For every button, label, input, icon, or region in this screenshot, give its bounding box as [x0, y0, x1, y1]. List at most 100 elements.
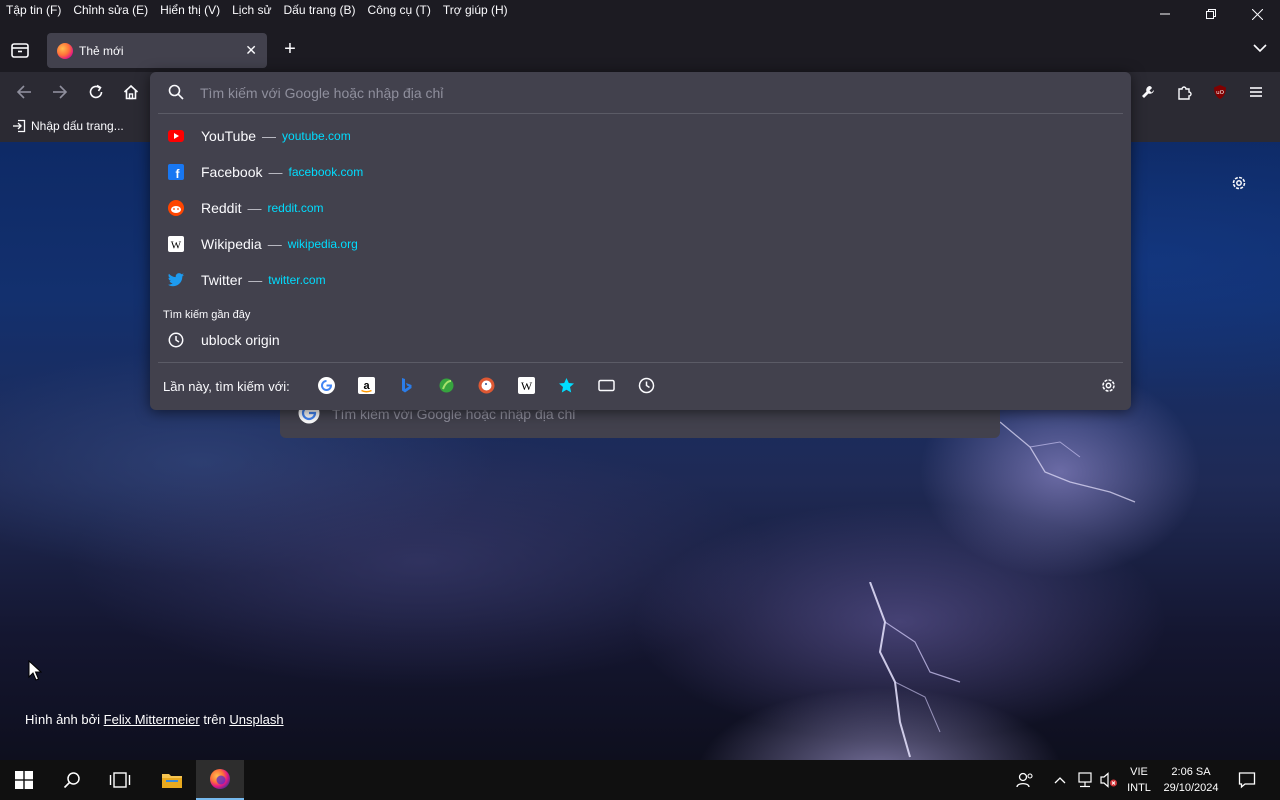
firefox-taskbar-button[interactable]: [196, 760, 244, 800]
suggestion-separator: —: [248, 272, 263, 288]
search-icon: [168, 84, 184, 100]
menu-help[interactable]: Trợ giúp (H): [443, 3, 508, 17]
ecosia-icon[interactable]: [437, 376, 455, 394]
recent-search-item[interactable]: ublock origin: [158, 323, 1123, 357]
network-button[interactable]: [1074, 760, 1096, 800]
menu-history[interactable]: Lịch sử: [232, 3, 271, 17]
firefox-icon: [210, 769, 230, 789]
dev-tools-button[interactable]: [1138, 82, 1158, 102]
history-clock-icon: [168, 332, 184, 348]
credit-site-link[interactable]: Unsplash: [229, 712, 283, 727]
ublock-shield-icon: uO: [1214, 85, 1226, 99]
tab-strip: Thẻ mới ✕ +: [0, 30, 1280, 70]
history-icon[interactable]: [637, 376, 655, 394]
firefox-icon: [57, 42, 73, 59]
gear-icon[interactable]: [1230, 174, 1248, 192]
clock-date: 29/10/2024: [1163, 782, 1219, 794]
clock-time: 2:06 SA: [1171, 766, 1211, 778]
restore-icon: [1206, 9, 1216, 19]
puzzle-icon: [1178, 86, 1192, 100]
suggestion-facebook[interactable]: f Facebook — facebook.com: [158, 155, 1123, 189]
tab-new-tab[interactable]: Thẻ mới ✕: [47, 33, 267, 68]
suggestion-url: twitter.com: [268, 273, 326, 287]
credit-author-link[interactable]: Felix Mittermeier: [104, 712, 200, 727]
bing-icon[interactable]: [397, 376, 415, 394]
home-icon: [123, 84, 139, 100]
wikipedia-icon[interactable]: W: [517, 376, 535, 394]
file-explorer-button[interactable]: [148, 760, 196, 800]
bookmarks-star-icon[interactable]: [557, 376, 575, 394]
start-button[interactable]: [0, 760, 48, 800]
credit-prefix: Hình ảnh bởi: [25, 712, 101, 727]
reload-icon: [89, 84, 103, 99]
suggestion-title: Wikipedia: [201, 236, 262, 252]
minimize-button[interactable]: [1142, 0, 1188, 28]
facebook-icon: f: [168, 164, 184, 180]
menu-tools[interactable]: Công cụ (T): [368, 3, 431, 17]
people-button[interactable]: [1013, 760, 1037, 800]
google-icon[interactable]: [317, 376, 335, 394]
menu-view[interactable]: Hiển thị (V): [160, 3, 220, 17]
hidden-icons-button[interactable]: [1050, 760, 1070, 800]
menu-bookmarks[interactable]: Dấu trang (B): [284, 3, 356, 17]
lightning-bolt-image: [869, 582, 961, 758]
photo-credit: Hình ảnh bởi Felix Mittermeier trên Unsp…: [25, 712, 284, 727]
reddit-icon: [168, 200, 184, 216]
duckduckgo-icon[interactable]: [477, 376, 495, 394]
suggestion-twitter[interactable]: Twitter — twitter.com: [158, 263, 1123, 297]
folder-icon: [162, 774, 182, 788]
suggestion-separator: —: [267, 236, 282, 252]
suggestion-separator: —: [262, 128, 277, 144]
ublock-button[interactable]: uO: [1210, 82, 1230, 102]
wikipedia-icon: W: [168, 236, 184, 252]
search-settings-gear-icon[interactable]: [1099, 376, 1117, 394]
urlbar-input[interactable]: [200, 82, 1100, 104]
suggestion-reddit[interactable]: Reddit — reddit.com: [158, 191, 1123, 225]
speaker-muted-icon: [1100, 772, 1117, 788]
import-bookmarks-button[interactable]: Nhập dấu trang...: [12, 119, 124, 133]
chevron-up-icon: [1054, 777, 1066, 784]
app-menu-button[interactable]: [1246, 82, 1266, 102]
oneoff-search-bar: Lần này, tìm kiếm với: a W: [150, 368, 1131, 404]
mouse-cursor-icon: [28, 660, 42, 681]
tab-title: Thẻ mới: [79, 43, 124, 58]
back-button[interactable]: [14, 82, 34, 102]
menu-edit[interactable]: Chỉnh sửa (E): [73, 3, 148, 17]
new-tab-button[interactable]: +: [280, 38, 300, 61]
twitter-icon: [168, 272, 184, 288]
clock[interactable]: 2:06 SA 29/10/2024: [1158, 760, 1224, 800]
notification-icon: [1238, 772, 1256, 789]
search-icon: [63, 772, 80, 789]
extensions-button[interactable]: [1174, 82, 1194, 102]
tab-close-icon[interactable]: ✕: [245, 42, 257, 59]
suggestion-wikipedia[interactable]: W Wikipedia — wikipedia.org: [158, 227, 1123, 261]
oneoff-divider: [158, 362, 1123, 363]
window-controls: [1142, 0, 1280, 28]
urlbar: [150, 72, 1131, 114]
home-button[interactable]: [121, 82, 141, 102]
menu-file[interactable]: Tập tin (F): [6, 3, 61, 17]
suggestion-youtube[interactable]: YouTube — youtube.com: [158, 119, 1123, 153]
people-icon: [1016, 772, 1033, 788]
task-view-button[interactable]: [96, 760, 144, 800]
svg-text:uO: uO: [1216, 90, 1224, 96]
volume-button[interactable]: [1098, 760, 1120, 800]
chevron-down-icon[interactable]: [1252, 40, 1268, 56]
suggestion-title: Reddit: [201, 200, 242, 216]
reload-button[interactable]: [86, 82, 106, 102]
forward-button[interactable]: [50, 82, 70, 102]
tabs-icon[interactable]: [597, 376, 615, 394]
input-language-button[interactable]: VIE INTL: [1122, 760, 1156, 800]
restore-button[interactable]: [1188, 0, 1234, 28]
task-view-icon: [109, 772, 131, 788]
taskbar: VIE INTL 2:06 SA 29/10/2024: [0, 760, 1280, 800]
tab-list-icon[interactable]: [10, 41, 30, 59]
taskbar-search-button[interactable]: [48, 760, 96, 800]
hamburger-menu-icon: [1250, 87, 1262, 97]
close-window-button[interactable]: [1234, 0, 1280, 28]
forward-arrow-icon: [53, 85, 68, 99]
amazon-icon[interactable]: a: [357, 376, 375, 394]
action-center-button[interactable]: [1230, 760, 1264, 800]
credit-mid: trên: [203, 712, 226, 727]
recent-searches-heading: Tìm kiếm gần đây: [163, 309, 251, 321]
